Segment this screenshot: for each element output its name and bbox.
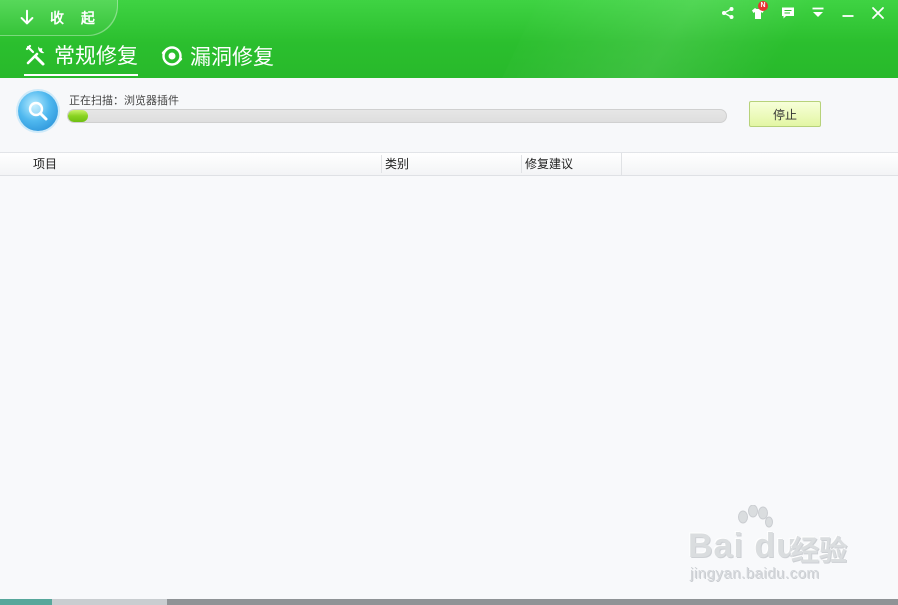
- watermark-brand: Bai du: [688, 527, 798, 565]
- collapse-label: 收 起: [50, 11, 101, 27]
- share-button[interactable]: [716, 3, 740, 23]
- stop-button[interactable]: 停止: [749, 101, 821, 127]
- feedback-button[interactable]: [776, 3, 800, 23]
- skin-badge: N: [758, 1, 768, 11]
- arrow-down-icon: [20, 9, 34, 25]
- baidu-jingyan-watermark: Bai du 经验 jingyan.baidu.com: [688, 505, 858, 585]
- close-button[interactable]: [866, 3, 890, 23]
- skin-button[interactable]: N: [746, 1, 770, 23]
- scan-panel: 正在扫描：浏览器插件 停止: [0, 78, 898, 152]
- close-icon: [872, 7, 884, 19]
- window-controls: N: [716, 1, 890, 23]
- scan-progress-fill: [68, 110, 88, 122]
- magnifier-scan-icon: [28, 101, 48, 121]
- watermark-url: jingyan.baidu.com: [690, 565, 820, 582]
- repair-window: 收 起 常规修复 漏洞修复 N 正在扫描：浏览器插件 停止 项目 类别 修复建议…: [0, 0, 898, 605]
- menu-button[interactable]: [806, 3, 830, 23]
- collapse-button[interactable]: 收 起: [0, 0, 118, 36]
- tab-regular-repair-label: 常规修复: [54, 44, 138, 68]
- main-tabs: 常规修复 漏洞修复: [24, 40, 274, 76]
- bottom-strip-segment: [0, 599, 52, 605]
- scan-status-badge: [18, 91, 58, 131]
- share-icon: [722, 7, 734, 19]
- tshirt-icon: [752, 8, 764, 19]
- tab-regular-repair[interactable]: 常规修复: [24, 40, 138, 76]
- column-header-repair-advice[interactable]: 修复建议: [522, 153, 622, 175]
- tab-vulnerability-repair-label: 漏洞修复: [190, 45, 274, 69]
- message-icon: [782, 7, 794, 19]
- dropdown-menu-icon: [812, 7, 824, 17]
- minimize-button[interactable]: [836, 3, 860, 23]
- scan-progress-bar: [67, 109, 727, 123]
- column-header-item[interactable]: 项目: [30, 153, 382, 175]
- tab-vulnerability-repair[interactable]: 漏洞修复: [160, 40, 274, 76]
- header-bar: 收 起 常规修复 漏洞修复 N: [0, 0, 898, 78]
- shield-patch-icon: [161, 46, 183, 66]
- scan-status-text: 正在扫描：浏览器插件: [69, 94, 179, 107]
- column-header-category[interactable]: 类别: [382, 153, 522, 175]
- bottom-status-strip: [0, 599, 898, 605]
- watermark-brand-cn: 经验: [791, 534, 848, 567]
- results-table-header: 项目 类别 修复建议: [0, 152, 898, 176]
- wrench-screwdriver-icon: [25, 44, 45, 66]
- bottom-strip-segment: [52, 599, 167, 605]
- minimize-icon: [842, 15, 854, 17]
